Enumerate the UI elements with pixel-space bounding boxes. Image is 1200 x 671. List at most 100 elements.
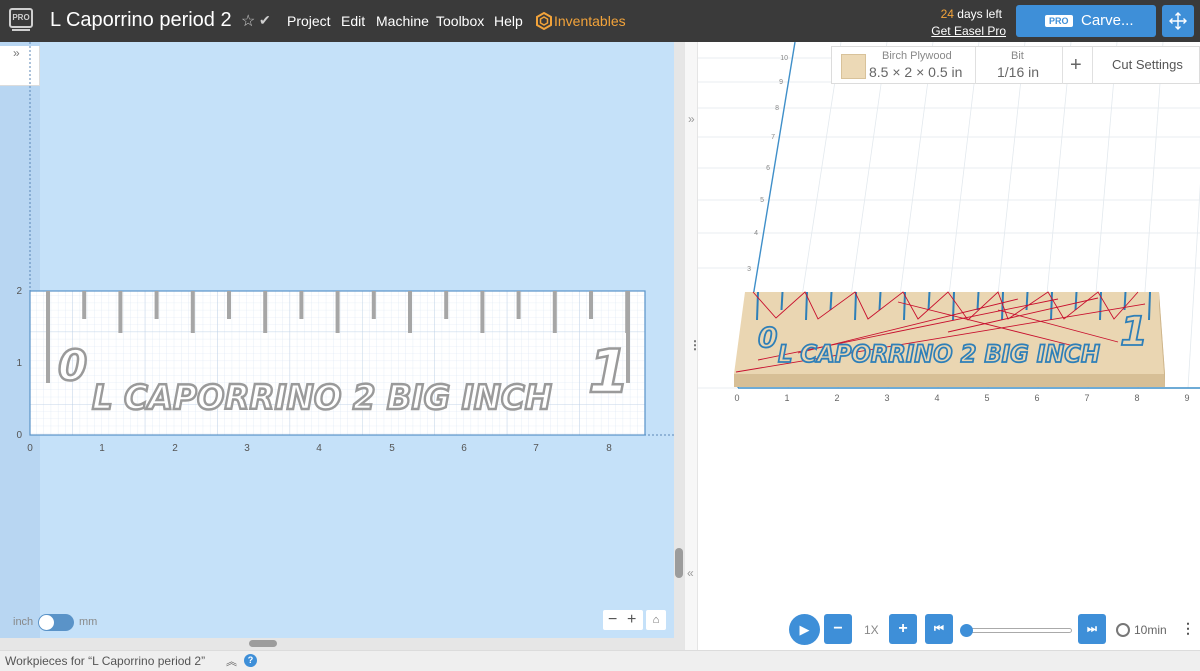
- preview-x-tick-8: 8: [1134, 393, 1139, 403]
- project-title[interactable]: L Caporrino period 2: [50, 9, 232, 32]
- preview-tick: [829, 291, 833, 311]
- slower-button[interactable]: −: [824, 614, 852, 644]
- vertical-scrollbar[interactable]: [674, 42, 684, 638]
- preview-ruler-start: 0: [758, 321, 777, 354]
- x-tick-4: 4: [316, 443, 322, 454]
- ruler-tick[interactable]: [516, 291, 521, 319]
- ruler-tick[interactable]: [589, 291, 593, 319]
- bit-size[interactable]: 1/16 in: [997, 64, 1039, 80]
- horizontal-scrollbar[interactable]: [0, 638, 684, 650]
- pro-badge: PRO: [1045, 15, 1073, 27]
- preview-tick: [854, 291, 857, 321]
- unit-mm-label: mm: [79, 616, 98, 628]
- preview-y-tick-7: 7: [771, 134, 775, 141]
- x-tick-0: 0: [27, 443, 33, 454]
- ruler-tick[interactable]: [118, 291, 123, 333]
- star-icon[interactable]: ☆: [241, 11, 255, 31]
- menu-toolbox[interactable]: Toolbox: [436, 13, 484, 29]
- scrollbar-thumb[interactable]: [249, 640, 277, 647]
- menu-edit[interactable]: Edit: [341, 13, 365, 29]
- fullscreen-button[interactable]: [1162, 5, 1194, 37]
- add-bit-button[interactable]: +: [1070, 54, 1082, 77]
- material-dimensions[interactable]: 8.5 × 2 × 0.5 in: [869, 64, 962, 80]
- ruler-tick[interactable]: [82, 291, 87, 319]
- preview-y-tick-6: 6: [766, 165, 770, 172]
- easel-pro-logo-icon[interactable]: PRO: [9, 8, 33, 34]
- cut-settings-button[interactable]: Cut Settings: [1112, 57, 1183, 72]
- y-tick-1: 1: [16, 358, 22, 369]
- x-tick-8: 8: [606, 443, 612, 454]
- trial-days-suffix: days left: [957, 7, 1002, 21]
- rewind-icon[interactable]: ⏮: [925, 614, 953, 644]
- workpieces-label[interactable]: Workpieces for “L Caporrino period 2”: [5, 654, 205, 668]
- clock-icon: [1116, 623, 1130, 637]
- help-icon[interactable]: ?: [244, 654, 257, 667]
- preview-tick: [976, 291, 980, 311]
- preview-x-tick-6: 6: [1034, 393, 1039, 403]
- x-tick-7: 7: [533, 443, 539, 454]
- material-name[interactable]: Birch Plywood: [882, 50, 952, 62]
- expand-arrows-icon: [1169, 12, 1187, 30]
- more-options-icon[interactable]: ⋮: [1181, 620, 1195, 637]
- ruler-tick[interactable]: [408, 291, 412, 333]
- trial-days-left: 24 days left: [900, 7, 1002, 21]
- ruler-tick[interactable]: [552, 291, 557, 333]
- x-tick-6: 6: [461, 443, 467, 454]
- play-button[interactable]: ▶: [789, 614, 820, 645]
- carve-preview[interactable]: 0 1 L CAPORRINO 2 BIG INCH 0 1 2 3 4 5 6…: [698, 42, 1200, 650]
- ruler-tick[interactable]: [480, 291, 485, 333]
- chevron-up-icon[interactable]: ︽: [226, 653, 237, 669]
- preview-tick: [1148, 291, 1151, 321]
- y-tick-2: 2: [16, 286, 22, 297]
- zoom-in-button[interactable]: +: [627, 610, 636, 630]
- design-text[interactable]: L CAPORRINO 2 BIG INCH: [91, 377, 554, 420]
- zoom-controls: − +: [603, 610, 643, 630]
- faster-button[interactable]: +: [889, 614, 917, 644]
- collapse-left-icon[interactable]: «: [687, 566, 694, 580]
- speed-indicator: 1X: [864, 623, 879, 637]
- scrollbar-thumb[interactable]: [675, 548, 683, 578]
- workpieces-bar[interactable]: Workpieces for “L Caporrino period 2” ︽ …: [0, 650, 1200, 671]
- material-board-front: [734, 374, 1165, 387]
- collapse-right-icon[interactable]: »: [688, 112, 695, 126]
- unit-inch-label: inch: [13, 616, 34, 628]
- simulation-controls: ▶ − 1X + ⏮ ⏭ 10min ⋮: [698, 610, 1200, 650]
- home-icon[interactable]: ⌂: [646, 610, 666, 630]
- unit-toggle[interactable]: [38, 614, 74, 631]
- ruler-tick[interactable]: [299, 291, 304, 319]
- ruler-tick[interactable]: [190, 291, 195, 333]
- estimated-time: 10min: [1134, 623, 1167, 637]
- preview-x-tick-5: 5: [984, 393, 989, 403]
- x-tick-1: 1: [99, 443, 105, 454]
- ruler-tick[interactable]: [154, 291, 159, 319]
- design-canvas[interactable]: » 0 1 L CAPORRINO 2 BIG INCH 2 1 0 0 1 2…: [0, 42, 674, 638]
- preview-y-tick-5: 5: [760, 197, 764, 204]
- ruler-tick[interactable]: [371, 291, 376, 319]
- toggle-knob: [39, 615, 54, 630]
- ruler-end-tick[interactable]: [46, 291, 50, 383]
- preview-x-tick-2: 2: [834, 393, 839, 403]
- get-easel-pro-link[interactable]: Get Easel Pro: [900, 24, 1006, 38]
- ruler-start-number[interactable]: 0: [57, 340, 89, 392]
- menu-machine[interactable]: Machine: [376, 13, 429, 29]
- menu-project[interactable]: Project: [287, 13, 331, 29]
- y-tick-0: 0: [16, 430, 22, 441]
- preview-tick: [1050, 291, 1053, 321]
- preview-y-tick-8: 8: [775, 105, 779, 112]
- skip-end-icon[interactable]: ⏭: [1078, 614, 1106, 644]
- preview-x-tick-1: 1: [784, 393, 789, 403]
- ruler-tick[interactable]: [227, 291, 231, 319]
- progress-slider[interactable]: [968, 628, 1072, 633]
- ruler-tick[interactable]: [335, 291, 340, 333]
- inventables-link[interactable]: Inventables: [554, 13, 626, 29]
- ruler-tick[interactable]: [263, 291, 268, 333]
- preview-y-tick-9: 9: [779, 79, 783, 86]
- pane-divider[interactable]: » ⋮ «: [684, 42, 701, 650]
- progress-slider-knob[interactable]: [960, 624, 973, 637]
- ruler-tick[interactable]: [444, 291, 449, 319]
- menu-help[interactable]: Help: [494, 13, 523, 29]
- zoom-out-button[interactable]: −: [608, 610, 617, 630]
- carve-button[interactable]: PRO Carve...: [1016, 5, 1156, 37]
- material-swatch[interactable]: [841, 54, 866, 79]
- ruler-end-number[interactable]: 1: [587, 336, 631, 409]
